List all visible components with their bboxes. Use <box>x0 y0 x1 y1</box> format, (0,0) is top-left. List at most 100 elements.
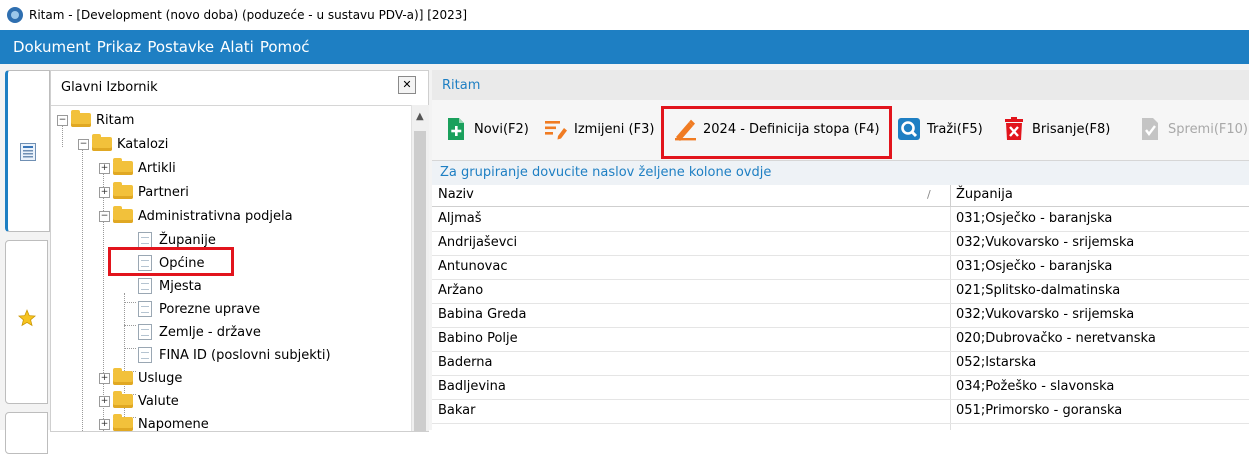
expand-icon[interactable]: + <box>99 418 110 430</box>
tree-node-label: Administrativna podjela <box>138 208 293 224</box>
tree-node-label: Županije <box>159 232 216 248</box>
tree-node-label: Napomene <box>138 416 209 432</box>
main-menu-header: Glavni Izbornik ✕ <box>51 71 428 106</box>
sort-indicator-icon: / <box>927 188 931 201</box>
tree-node-label: FINA ID (poslovni subjekti) <box>159 347 331 363</box>
table-row[interactable]: Baderna 052;Istarska <box>432 351 1249 376</box>
expand-icon[interactable]: + <box>99 395 110 407</box>
cell-naziv: Babino Polje <box>438 331 518 346</box>
document-icon <box>138 301 152 317</box>
menu-bar: Dokument Prikaz Postavke Alati Pomoć <box>0 30 1249 64</box>
save-button-label: Spremi(F10) <box>1168 121 1248 137</box>
edit-icon <box>545 121 567 140</box>
main-menu-title: Glavni Izbornik <box>61 80 158 95</box>
collapse-icon[interactable]: − <box>99 210 110 222</box>
menu-alati[interactable]: Alati <box>217 38 257 56</box>
tree-node-label: Porezne uprave <box>159 301 261 317</box>
cell-naziv: Andrijaševci <box>438 235 518 250</box>
collapse-icon[interactable]: − <box>78 138 89 150</box>
document-icon <box>138 347 152 363</box>
tree-node-ritam[interactable]: − Ritam <box>57 109 134 131</box>
tree-node-napomene[interactable]: + Napomene <box>99 413 209 431</box>
cell-zupanija: 032;Vukovarsko - srijemska <box>956 235 1135 250</box>
table-row[interactable]: Babina Greda 032;Vukovarsko - srijemska <box>432 303 1249 328</box>
tree-node-label: Artikli <box>138 160 176 176</box>
group-by-area[interactable]: Za grupiranje dovucite naslov željene ko… <box>432 160 1249 186</box>
delete-button-label: Brisanje(F8) <box>1032 121 1111 137</box>
tree-node-label: Katalozi <box>117 136 169 152</box>
cell-zupanija: 020;Dubrovačko - neretvanska <box>956 331 1156 346</box>
tree-guide <box>124 348 136 349</box>
expand-icon[interactable]: + <box>99 186 110 198</box>
tree-node-valute[interactable]: + Valute <box>99 390 179 412</box>
save-button[interactable]: Spremi(F10) <box>1138 114 1248 144</box>
new-button[interactable]: Novi(F2) <box>444 114 529 144</box>
search-button[interactable]: Traži(F5) <box>897 114 983 144</box>
edit-button[interactable]: Izmijeni (F3) <box>544 114 654 144</box>
tree-node-fina-id[interactable]: FINA ID (poslovni subjekti) <box>138 344 331 366</box>
cell-zupanija: 021;Splitsko-dalmatinska <box>956 283 1121 298</box>
cell-naziv: Antunovac <box>438 259 508 274</box>
app-logo-icon <box>7 7 23 23</box>
navigation-tree: − Ritam − Katalozi + Artikli + Partneri … <box>51 105 411 431</box>
column-header-naziv[interactable]: Naziv <box>438 187 474 202</box>
cell-naziv: Baderna <box>438 355 493 370</box>
table-row[interactable]: Aržano 021;Splitsko-dalmatinska <box>432 279 1249 304</box>
menu-pomoc[interactable]: Pomoć <box>257 38 313 56</box>
tree-guide <box>124 302 136 303</box>
table-row[interactable]: Aljmaš 031;Osječko - baranjska <box>432 207 1249 232</box>
scrollbar-thumb[interactable] <box>414 131 426 431</box>
column-header-zupanija[interactable]: Županija <box>956 187 1013 202</box>
tree-node-mjesta[interactable]: Mjesta <box>138 275 202 297</box>
table-row[interactable]: Bakar 051;Primorsko - goranska <box>432 399 1249 424</box>
tree-node-katalozi[interactable]: − Katalozi <box>78 133 168 155</box>
table-row[interactable]: Badljevina 034;Požeško - slavonska <box>432 375 1249 400</box>
menu-dokument[interactable]: Dokument <box>10 38 94 56</box>
group-by-hint: Za grupiranje dovucite naslov željene ko… <box>440 165 772 180</box>
main-menu-panel: Glavni Izbornik ✕ − Ritam − Katalozi + A… <box>50 70 429 432</box>
tree-node-artikli[interactable]: + Artikli <box>99 157 176 179</box>
expand-icon[interactable]: + <box>99 162 110 174</box>
collapse-icon[interactable]: − <box>57 114 68 126</box>
tab-other[interactable] <box>5 412 48 454</box>
tree-node-porezne-uprave[interactable]: Porezne uprave <box>138 298 260 320</box>
cell-zupanija: 032;Vukovarsko - srijemska <box>956 307 1135 322</box>
tree-node-administrativna-podjela[interactable]: − Administrativna podjela <box>99 205 293 227</box>
content-title: Ritam <box>442 78 481 93</box>
tree-node-label: Zemlje - države <box>159 324 261 340</box>
content-header: Ritam <box>432 70 1249 101</box>
tree-node-label: Usluge <box>138 370 183 386</box>
star-icon <box>18 309 36 327</box>
table-row[interactable]: Babino Polje 020;Dubrovačko - neretvansk… <box>432 327 1249 352</box>
menu-prikaz[interactable]: Prikaz <box>94 38 145 56</box>
menu-postavke[interactable]: Postavke <box>144 38 217 56</box>
tree-scrollbar[interactable]: ▲ <box>411 105 429 431</box>
delete-button[interactable]: Brisanje(F8) <box>1002 114 1110 144</box>
save-icon <box>1142 118 1158 140</box>
table-row[interactable]: Antunovac 031;Osječko - baranjska <box>432 255 1249 280</box>
document-icon <box>138 324 152 340</box>
tree-node-partneri[interactable]: + Partneri <box>99 181 189 203</box>
grid-header: Naziv / Županija <box>432 185 1249 207</box>
folder-icon <box>92 134 112 151</box>
document-icon <box>138 232 152 248</box>
scroll-up-icon[interactable]: ▲ <box>416 111 424 122</box>
tree-node-usluge[interactable]: + Usluge <box>99 367 182 389</box>
expand-icon[interactable]: + <box>99 372 110 384</box>
delete-icon <box>1005 117 1023 140</box>
folder-icon <box>113 158 133 175</box>
column-divider[interactable] <box>950 185 951 206</box>
cell-zupanija: 031;Osječko - baranjska <box>956 259 1113 274</box>
cell-naziv: Aljmaš <box>438 211 482 226</box>
highlight-box-rate-definition <box>661 106 892 159</box>
cell-zupanija: 034;Požeško - slavonska <box>956 379 1115 394</box>
close-button[interactable]: ✕ <box>398 76 416 94</box>
data-grid: Aljmaš 031;Osječko - baranjska Andrijaše… <box>432 207 1249 430</box>
highlight-box-opcine <box>108 247 234 276</box>
tab-main-menu[interactable] <box>5 70 50 232</box>
edit-button-label: Izmijeni (F3) <box>574 121 655 137</box>
content-panel: Ritam Novi(F2) Izmijeni (F3) 2024 - Defi… <box>432 70 1249 430</box>
tree-node-zemlje-drzave[interactable]: Zemlje - države <box>138 321 261 343</box>
tab-favorites[interactable] <box>5 240 48 404</box>
table-row[interactable]: Andrijaševci 032;Vukovarsko - srijemska <box>432 231 1249 256</box>
